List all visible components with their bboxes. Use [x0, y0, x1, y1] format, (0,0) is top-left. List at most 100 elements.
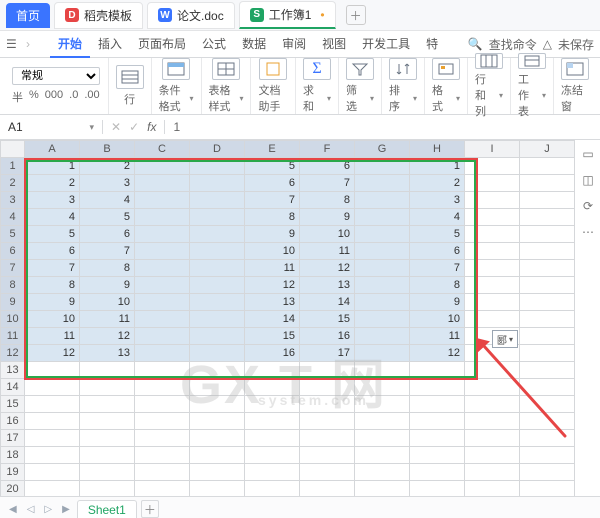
cell-C3[interactable]	[135, 192, 190, 209]
group-row[interactable]: 行	[109, 58, 152, 114]
cell-B18[interactable]	[80, 447, 135, 464]
row-header-5[interactable]: 5	[1, 226, 25, 243]
dec-inc-button[interactable]: .0	[69, 89, 78, 105]
tab-workbook[interactable]: S工作簿1•	[239, 1, 336, 29]
ribbon-tab-insert[interactable]: 插入	[90, 31, 130, 58]
cell-J17[interactable]	[520, 430, 575, 447]
cell-B3[interactable]: 4	[80, 192, 135, 209]
cell-H14[interactable]	[410, 379, 465, 396]
cell-I15[interactable]	[465, 396, 520, 413]
cell-J8[interactable]	[520, 277, 575, 294]
cell-H6[interactable]: 6	[410, 243, 465, 260]
cell-G17[interactable]	[355, 430, 410, 447]
formula-value[interactable]: 1	[173, 120, 180, 134]
cell-E8[interactable]: 12	[245, 277, 300, 294]
cell-J19[interactable]	[520, 464, 575, 481]
cell-G15[interactable]	[355, 396, 410, 413]
cell-E19[interactable]	[245, 464, 300, 481]
cell-J1[interactable]	[520, 158, 575, 175]
cell-J10[interactable]	[520, 311, 575, 328]
cell-I3[interactable]	[465, 192, 520, 209]
cell-I17[interactable]	[465, 430, 520, 447]
paste-options-button[interactable]: 郾▾	[492, 330, 518, 348]
cell-A9[interactable]: 9	[25, 294, 80, 311]
cell-J12[interactable]	[520, 345, 575, 362]
cell-I4[interactable]	[465, 209, 520, 226]
group-cond-format[interactable]: 条件格式	[152, 58, 202, 114]
ribbon-tab-data[interactable]: 数据	[234, 31, 274, 58]
row-header-12[interactable]: 12	[1, 345, 25, 362]
cell-B14[interactable]	[80, 379, 135, 396]
cell-H4[interactable]: 4	[410, 209, 465, 226]
cell-J16[interactable]	[520, 413, 575, 430]
cell-J18[interactable]	[520, 447, 575, 464]
row-header-15[interactable]: 15	[1, 396, 25, 413]
cell-G16[interactable]	[355, 413, 410, 430]
number-format-select[interactable]: 常规	[12, 67, 100, 85]
group-freeze[interactable]: 冻结窗	[554, 58, 596, 114]
cell-D20[interactable]	[190, 481, 245, 497]
group-filter[interactable]: 筛选	[339, 58, 382, 114]
cell-F3[interactable]: 8	[300, 192, 355, 209]
cell-D12[interactable]	[190, 345, 245, 362]
add-sheet-button[interactable]: ＋	[141, 500, 159, 518]
accept-formula-icon[interactable]: ✓	[129, 120, 139, 134]
cell-F11[interactable]: 16	[300, 328, 355, 345]
cell-I19[interactable]	[465, 464, 520, 481]
cell-D4[interactable]	[190, 209, 245, 226]
cell-G2[interactable]	[355, 175, 410, 192]
cell-G5[interactable]	[355, 226, 410, 243]
cell-C6[interactable]	[135, 243, 190, 260]
row-header-11[interactable]: 11	[1, 328, 25, 345]
sheet-nav-prev[interactable]: ◁	[24, 504, 38, 515]
cell-A20[interactable]	[25, 481, 80, 497]
cell-A13[interactable]	[25, 362, 80, 379]
cell-B12[interactable]: 13	[80, 345, 135, 362]
fx-icon[interactable]: fx	[147, 120, 156, 134]
cell-D13[interactable]	[190, 362, 245, 379]
cell-H7[interactable]: 7	[410, 260, 465, 277]
cell-J6[interactable]	[520, 243, 575, 260]
cell-D6[interactable]	[190, 243, 245, 260]
cell-F1[interactable]: 6	[300, 158, 355, 175]
col-header-H[interactable]: H	[410, 141, 465, 158]
sheet-nav-next[interactable]: ▷	[41, 504, 55, 515]
cell-B8[interactable]: 9	[80, 277, 135, 294]
cell-G20[interactable]	[355, 481, 410, 497]
cell-E14[interactable]	[245, 379, 300, 396]
currency-button[interactable]: 半	[12, 89, 23, 105]
cell-H16[interactable]	[410, 413, 465, 430]
cell-H5[interactable]: 5	[410, 226, 465, 243]
cell-A2[interactable]: 2	[25, 175, 80, 192]
cloud-unsaved-icon[interactable]: △	[543, 37, 552, 51]
comma-button[interactable]: 000	[45, 89, 63, 105]
cell-J13[interactable]	[520, 362, 575, 379]
tab-templates[interactable]: D稻壳模板	[54, 2, 143, 29]
cancel-formula-icon[interactable]: ✕	[111, 120, 121, 134]
cell-H9[interactable]: 9	[410, 294, 465, 311]
cell-G14[interactable]	[355, 379, 410, 396]
cell-D3[interactable]	[190, 192, 245, 209]
cell-A16[interactable]	[25, 413, 80, 430]
row-header-1[interactable]: 1	[1, 158, 25, 175]
cell-H13[interactable]	[410, 362, 465, 379]
cell-F2[interactable]: 7	[300, 175, 355, 192]
cell-D7[interactable]	[190, 260, 245, 277]
cell-E20[interactable]	[245, 481, 300, 497]
row-header-20[interactable]: 20	[1, 481, 25, 497]
cell-G3[interactable]	[355, 192, 410, 209]
cell-E16[interactable]	[245, 413, 300, 430]
cell-E6[interactable]: 10	[245, 243, 300, 260]
cell-G4[interactable]	[355, 209, 410, 226]
cell-D8[interactable]	[190, 277, 245, 294]
cell-D2[interactable]	[190, 175, 245, 192]
cell-C9[interactable]	[135, 294, 190, 311]
side-select-icon[interactable]: ▭	[580, 146, 596, 162]
row-header-19[interactable]: 19	[1, 464, 25, 481]
cell-A8[interactable]: 8	[25, 277, 80, 294]
cell-D19[interactable]	[190, 464, 245, 481]
group-rows-cols[interactable]: 行和列	[468, 58, 511, 114]
select-all-corner[interactable]	[1, 141, 25, 158]
cell-H1[interactable]: 1	[410, 158, 465, 175]
row-header-16[interactable]: 16	[1, 413, 25, 430]
